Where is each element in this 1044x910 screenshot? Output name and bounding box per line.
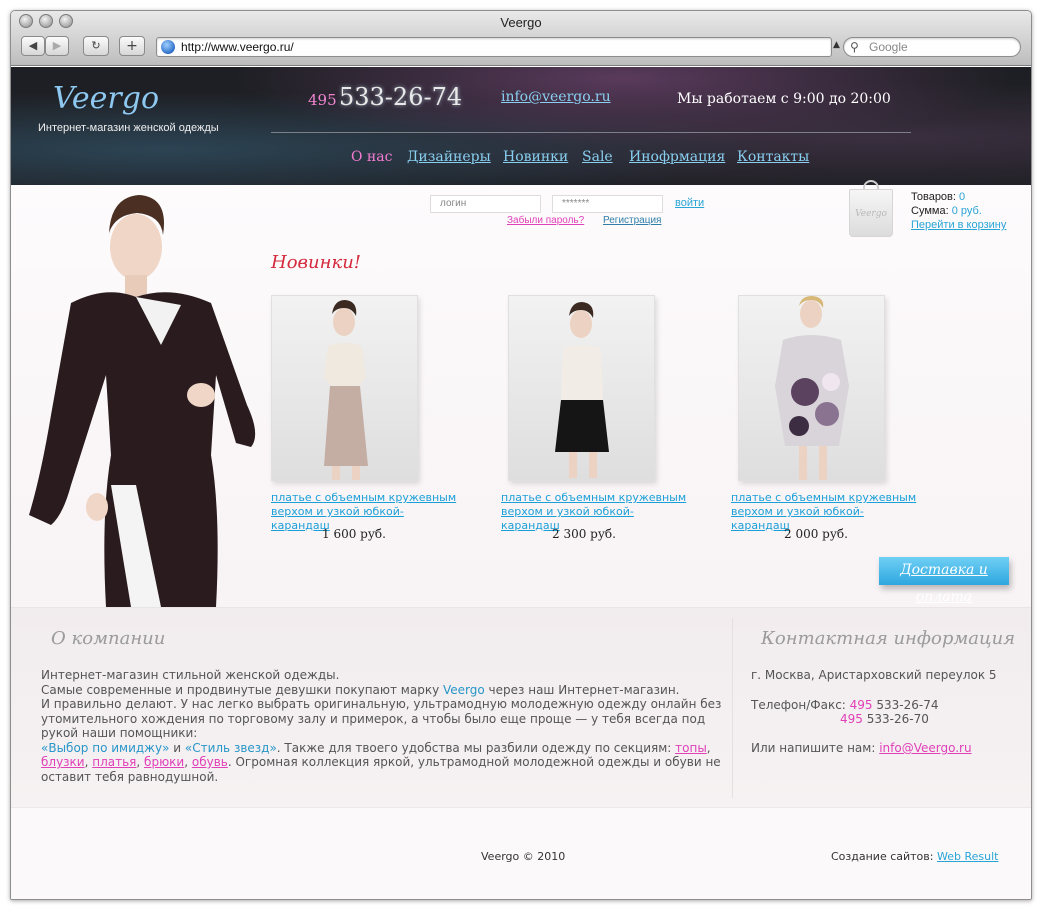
copyright: Veergo © 2010 <box>481 850 566 863</box>
product-image-2[interactable] <box>508 295 655 481</box>
new-arrivals-title: Новинки! <box>271 252 362 273</box>
cart-sum: Сумма: 0 руб. <box>911 205 982 217</box>
back-button[interactable]: ◀ <box>21 36 45 56</box>
go-to-cart-link[interactable]: Перейти в корзину <box>911 219 1006 231</box>
reload-button[interactable]: ↻ <box>83 36 109 56</box>
nav-about[interactable]: О нас <box>351 149 392 165</box>
link-blouses[interactable]: блузки <box>41 755 85 769</box>
about-line4-b: . Также для твоего удобства мы разбили о… <box>276 740 676 755</box>
link-image-choice[interactable]: «Выбор по имиджу» <box>41 741 169 755</box>
contact-phone-1: Телефон/Факс: 495 533-26-74 <box>751 698 939 712</box>
contact-write-label: Или напишите нам: <box>751 741 876 755</box>
nav-new[interactable]: Новинки <box>503 149 568 165</box>
header-email-link[interactable]: info@veergo.ru <box>501 89 611 105</box>
search-icon: ⚲ <box>850 40 859 54</box>
about-title: О компании <box>51 628 166 649</box>
contact-phone-1-number: 533-26-74 <box>876 698 939 712</box>
browser-toolbar: Veergo ◀ ▶ ↻ + http://www.veergo.ru/ ▲ ⚲… <box>11 11 1031 66</box>
browser-window: Veergo ◀ ▶ ↻ + http://www.veergo.ru/ ▲ ⚲… <box>10 10 1032 900</box>
main-content: логин ******* войти Забыли пароль? Регис… <box>11 180 1031 607</box>
product-price-2: 2 300 руб. <box>552 527 616 541</box>
cart-sum-label: Сумма: <box>911 205 949 217</box>
logo[interactable]: Veergo <box>53 81 159 116</box>
model-photo <box>29 195 256 607</box>
product-name-3-line1: платье с объемным кружевным <box>731 491 917 504</box>
forward-arrow-icon: ▶ <box>52 39 62 52</box>
phone-number: 533-26-74 <box>339 83 463 111</box>
cart-sum-value: 0 руб. <box>951 205 982 217</box>
credits-label: Создание сайтов: <box>831 850 934 863</box>
reload-icon: ↻ <box>91 39 101 52</box>
cart-items-value: 0 <box>959 191 966 203</box>
window-title: Veergo <box>500 15 542 30</box>
search-input[interactable]: ⚲ Google <box>843 37 1021 57</box>
forgot-password-link[interactable]: Забыли пароль? <box>507 215 584 226</box>
contact-phone-label: Телефон/Факс: <box>751 698 846 712</box>
link-trousers[interactable]: брюки <box>144 755 184 769</box>
about-line3: И правильно делают. У нас легко выбрать … <box>41 697 722 740</box>
about-line2: Самые современные и продвинутые девушки … <box>41 683 741 698</box>
address-bar[interactable]: http://www.veergo.ru/ <box>156 37 832 57</box>
contact-code-2: 495 <box>840 712 863 726</box>
section-divider <box>732 618 733 798</box>
register-link[interactable]: Регистрация <box>603 215 661 226</box>
login-submit-link[interactable]: войти <box>675 197 704 209</box>
page: Veergo Интернет-магазин женской одежды 4… <box>11 67 1031 899</box>
product-price-1: 1 600 руб. <box>322 527 386 541</box>
contact-write: Или напишите нам: info@Veergo.ru <box>751 741 972 755</box>
product-name-2-line1: платье с объемным кружевным <box>501 491 687 504</box>
tagline: Интернет-магазин женской одежды <box>38 122 219 134</box>
product-name-1-line1: платье с объемным кружевным <box>271 491 457 504</box>
site-footer: Veergo © 2010 Создание сайтов: Web Resul… <box>11 807 1031 899</box>
nav-designers[interactable]: Дизайнеры <box>407 149 491 165</box>
shopping-bag-icon[interactable]: Veergo <box>849 189 893 237</box>
contact-email-link[interactable]: info@Veergo.ru <box>879 741 971 755</box>
credits: Создание сайтов: Web Result <box>831 850 998 863</box>
url-dropdown-icon[interactable]: ▲ <box>833 40 840 50</box>
contact-phone-2: 495 533-26-70 <box>840 712 929 726</box>
working-hours: Мы работаем с 9:00 до 20:00 <box>677 91 891 107</box>
back-arrow-icon: ◀ <box>28 39 38 52</box>
web-result-link[interactable]: Web Result <box>937 850 998 863</box>
contact-phone-2-number: 533-26-70 <box>866 712 929 726</box>
nav-contacts[interactable]: Контакты <box>737 149 809 165</box>
about-line2-b: через наш Интернет-магазин. <box>484 682 680 697</box>
link-dresses[interactable]: платья <box>92 755 136 769</box>
cart-items-label: Товаров: <box>911 191 956 203</box>
nav-sale[interactable]: Sale <box>582 149 613 165</box>
site-header: Veergo Интернет-магазин женской одежды 4… <box>11 67 1031 185</box>
product-price-3: 2 000 руб. <box>784 527 848 541</box>
about-line4: «Выбор по имиджу» и «Стиль звезд». Также… <box>41 740 721 784</box>
about-text: Интернет-магазин стильной женской одежды… <box>41 668 741 784</box>
phone-code: 495 <box>308 91 337 109</box>
password-input[interactable]: ******* <box>552 195 663 213</box>
forward-button[interactable]: ▶ <box>45 36 69 56</box>
url-text: http://www.veergo.ru/ <box>181 40 294 54</box>
nav-information[interactable]: Инофрмация <box>629 149 725 165</box>
product-image-1[interactable] <box>271 295 418 481</box>
contact-code-1: 495 <box>849 698 873 712</box>
product-image-3[interactable] <box>738 295 885 481</box>
header-divider <box>271 132 911 133</box>
search-placeholder: Google <box>869 40 908 54</box>
login-input[interactable]: логин <box>430 195 541 213</box>
about-line2-a: Самые современные и продвинутые девушки … <box>41 682 443 697</box>
cart-items: Товаров: 0 <box>911 191 965 203</box>
contacts-title: Контактная информация <box>761 628 1016 649</box>
delivery-payment-button[interactable]: Доставка и оплата <box>879 557 1009 605</box>
info-section: О компании Интернет-магазин стильной жен… <box>11 607 1031 807</box>
link-tops[interactable]: топы <box>675 741 707 755</box>
about-line1: Интернет-магазин стильной женской одежды… <box>41 668 340 682</box>
new-tab-button[interactable]: + <box>119 36 145 56</box>
link-star-style[interactable]: «Стиль звезд» <box>185 741 277 755</box>
about-brand: Veergo <box>443 682 485 697</box>
plus-icon: + <box>126 38 138 54</box>
comma-3: , <box>184 755 192 769</box>
contact-address: г. Москва, Аристарховский переулок 5 <box>751 668 997 682</box>
globe-icon <box>161 40 175 54</box>
about-and: и <box>169 740 185 755</box>
link-shoes[interactable]: обувь <box>192 755 228 769</box>
comma-2: , <box>136 755 145 769</box>
